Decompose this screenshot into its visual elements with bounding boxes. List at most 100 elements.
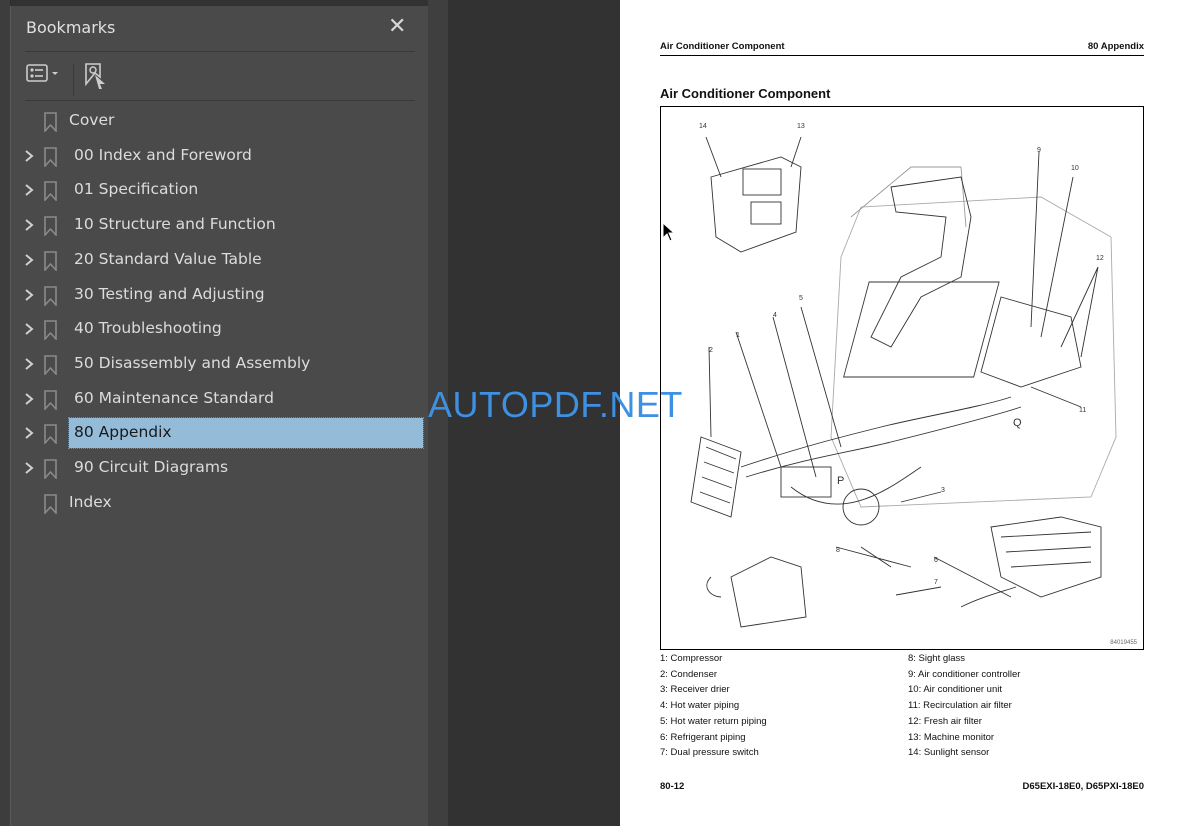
mouse-cursor-icon [662, 222, 676, 242]
bookmark-item[interactable]: 10 Structure and Function [11, 211, 429, 241]
bookmark-label: 00 Index and Foreword [74, 145, 252, 164]
divider [25, 100, 415, 101]
bookmark-item[interactable]: 00 Index and Foreword [11, 142, 429, 172]
bookmark-icon [44, 355, 57, 375]
chevron-right-icon[interactable] [23, 425, 35, 441]
bookmark-icon [44, 459, 57, 479]
bookmark-item[interactable]: 30 Testing and Adjusting [11, 281, 429, 311]
bookmark-label: 01 Specification [74, 180, 199, 199]
chevron-right-icon[interactable] [23, 356, 35, 372]
callout-label: 14 [699, 123, 707, 130]
pdf-page: Air Conditioner Component 80 Appendix Ai… [620, 0, 1200, 826]
find-current-bookmark-button[interactable] [83, 62, 111, 96]
bookmark-label: 10 Structure and Function [74, 215, 276, 234]
bookmark-options-button[interactable] [26, 62, 62, 90]
bookmark-icon [44, 424, 57, 445]
legend-right: 8: Sight glass 9: Air conditioner control… [908, 651, 1020, 761]
chevron-right-icon[interactable] [23, 252, 35, 268]
legend-item: 5: Hot water return piping [660, 715, 767, 727]
callout-label: 1 [736, 332, 740, 339]
bookmark-icon [44, 320, 57, 341]
chevron-right-icon[interactable] [23, 217, 35, 233]
divider [25, 51, 415, 52]
bookmark-item[interactable]: 50 Disassembly and Assembly [11, 350, 429, 380]
bookmark-label: 40 Troubleshooting [74, 319, 222, 338]
legend-item: 11: Recirculation air filter [908, 700, 1012, 712]
legend-left: 1: Compressor 2: Condenser 3: Receiver dri… [660, 651, 767, 761]
bookmark-item[interactable]: 90 Circuit Diagrams [11, 454, 429, 484]
component-diagram: 1 2 3 4 5 6 7 8 9 10 11 12 13 14 P Q 84019455 [660, 106, 1144, 650]
bookmark-label: 20 Standard Value Table [74, 249, 262, 268]
page-header-right: 80 Appendix [1087, 41, 1144, 52]
chevron-right-icon[interactable] [23, 391, 35, 407]
callout-label: 3 [941, 487, 945, 494]
page-number: 80-12 [660, 781, 685, 792]
legend-item: 9: Air conditioner controller [908, 668, 1021, 680]
chevron-right-icon[interactable] [23, 182, 35, 198]
callout-label: 6 [934, 557, 938, 564]
bookmark-label: Cover [69, 111, 115, 129]
callout-label: P [837, 475, 845, 487]
legend-item: 1: Compressor [660, 653, 723, 664]
model-number: D65EXI-18E0, D65PXI-18E0 [1022, 781, 1144, 792]
chevron-right-icon[interactable] [23, 460, 35, 476]
legend-item: 14: Sunlight sensor [908, 747, 990, 759]
legend-item: 12: Fresh air filter [908, 715, 982, 727]
chevron-right-icon[interactable] [23, 287, 35, 303]
watermark: AUTOPDF.NET [428, 384, 683, 425]
page-header-left: Air Conditioner Component [660, 41, 785, 52]
chevron-right-icon[interactable] [23, 321, 35, 337]
panel-title: Bookmarks [26, 18, 116, 37]
legend-item: 6: Refrigerant piping [660, 731, 746, 743]
divider [73, 64, 74, 96]
figure-id: 84019455 [1110, 640, 1137, 646]
bookmark-icon [44, 250, 57, 271]
bookmark-icon [44, 112, 57, 132]
callout-label: 11 [1079, 407, 1087, 414]
bookmark-item[interactable]: 60 Maintenance Standard [11, 385, 429, 415]
bookmark-item[interactable]: 20 Standard Value Table [11, 246, 429, 276]
find-current-bookmark-icon [85, 63, 105, 89]
bookmark-icon [44, 181, 57, 202]
bookmarks-panel: Bookmarks ✕ Cover 00 Index and Foreword 01… [10, 6, 429, 826]
callout-label: 8 [836, 547, 840, 554]
bookmark-label: 90 Circuit Diagrams [74, 458, 229, 476]
callout-label: 2 [709, 347, 713, 354]
callout-label: 13 [797, 123, 805, 130]
legend-item: 7: Dual pressure switch [660, 747, 759, 759]
bookmark-label: 50 Disassembly and Assembly [74, 353, 311, 372]
bookmark-icon [44, 389, 57, 410]
legend-item: 13: Machine monitor [908, 731, 995, 743]
page-title: Air Conditioner Component [660, 86, 831, 101]
legend-item: 8: Sight glass [908, 653, 966, 664]
bookmark-label: 30 Testing and Adjusting [74, 284, 265, 303]
bookmark-item[interactable]: 40 Troubleshooting [11, 315, 429, 345]
chevron-right-icon[interactable] [23, 148, 35, 164]
callout-label: 5 [799, 295, 803, 302]
legend-item: 2: Condenser [660, 668, 718, 680]
callout-label: Q [1013, 417, 1022, 429]
diagram-drawing [690, 136, 1117, 628]
callout-label: 7 [934, 579, 938, 586]
callout-label: 9 [1037, 147, 1041, 154]
bookmark-label: 60 Maintenance Standard [74, 388, 274, 407]
legend-item: 10: Air conditioner unit [908, 684, 1003, 696]
bookmark-item[interactable]: Index [11, 489, 429, 519]
legend-item: 4: Hot water piping [660, 700, 740, 712]
callout-label: 12 [1096, 255, 1104, 262]
bookmark-label: 80 Appendix [74, 423, 172, 442]
bookmark-icon [44, 216, 57, 237]
bookmark-icon [44, 493, 57, 514]
bookmark-options-icon [26, 64, 58, 82]
bookmark-label: Index [69, 492, 112, 511]
bookmark-icon [44, 285, 57, 306]
callout-label: 4 [773, 312, 777, 319]
bookmark-item[interactable]: 01 Specification [11, 176, 429, 206]
header-rule [660, 55, 1144, 56]
callout-label: 10 [1071, 165, 1079, 172]
bookmark-icon [44, 146, 57, 167]
bookmark-item[interactable]: Cover [11, 107, 429, 137]
legend-item: 3: Receiver drier [660, 684, 730, 696]
bookmark-item[interactable]: 80 Appendix [11, 417, 429, 450]
close-icon[interactable]: ✕ [388, 14, 406, 39]
